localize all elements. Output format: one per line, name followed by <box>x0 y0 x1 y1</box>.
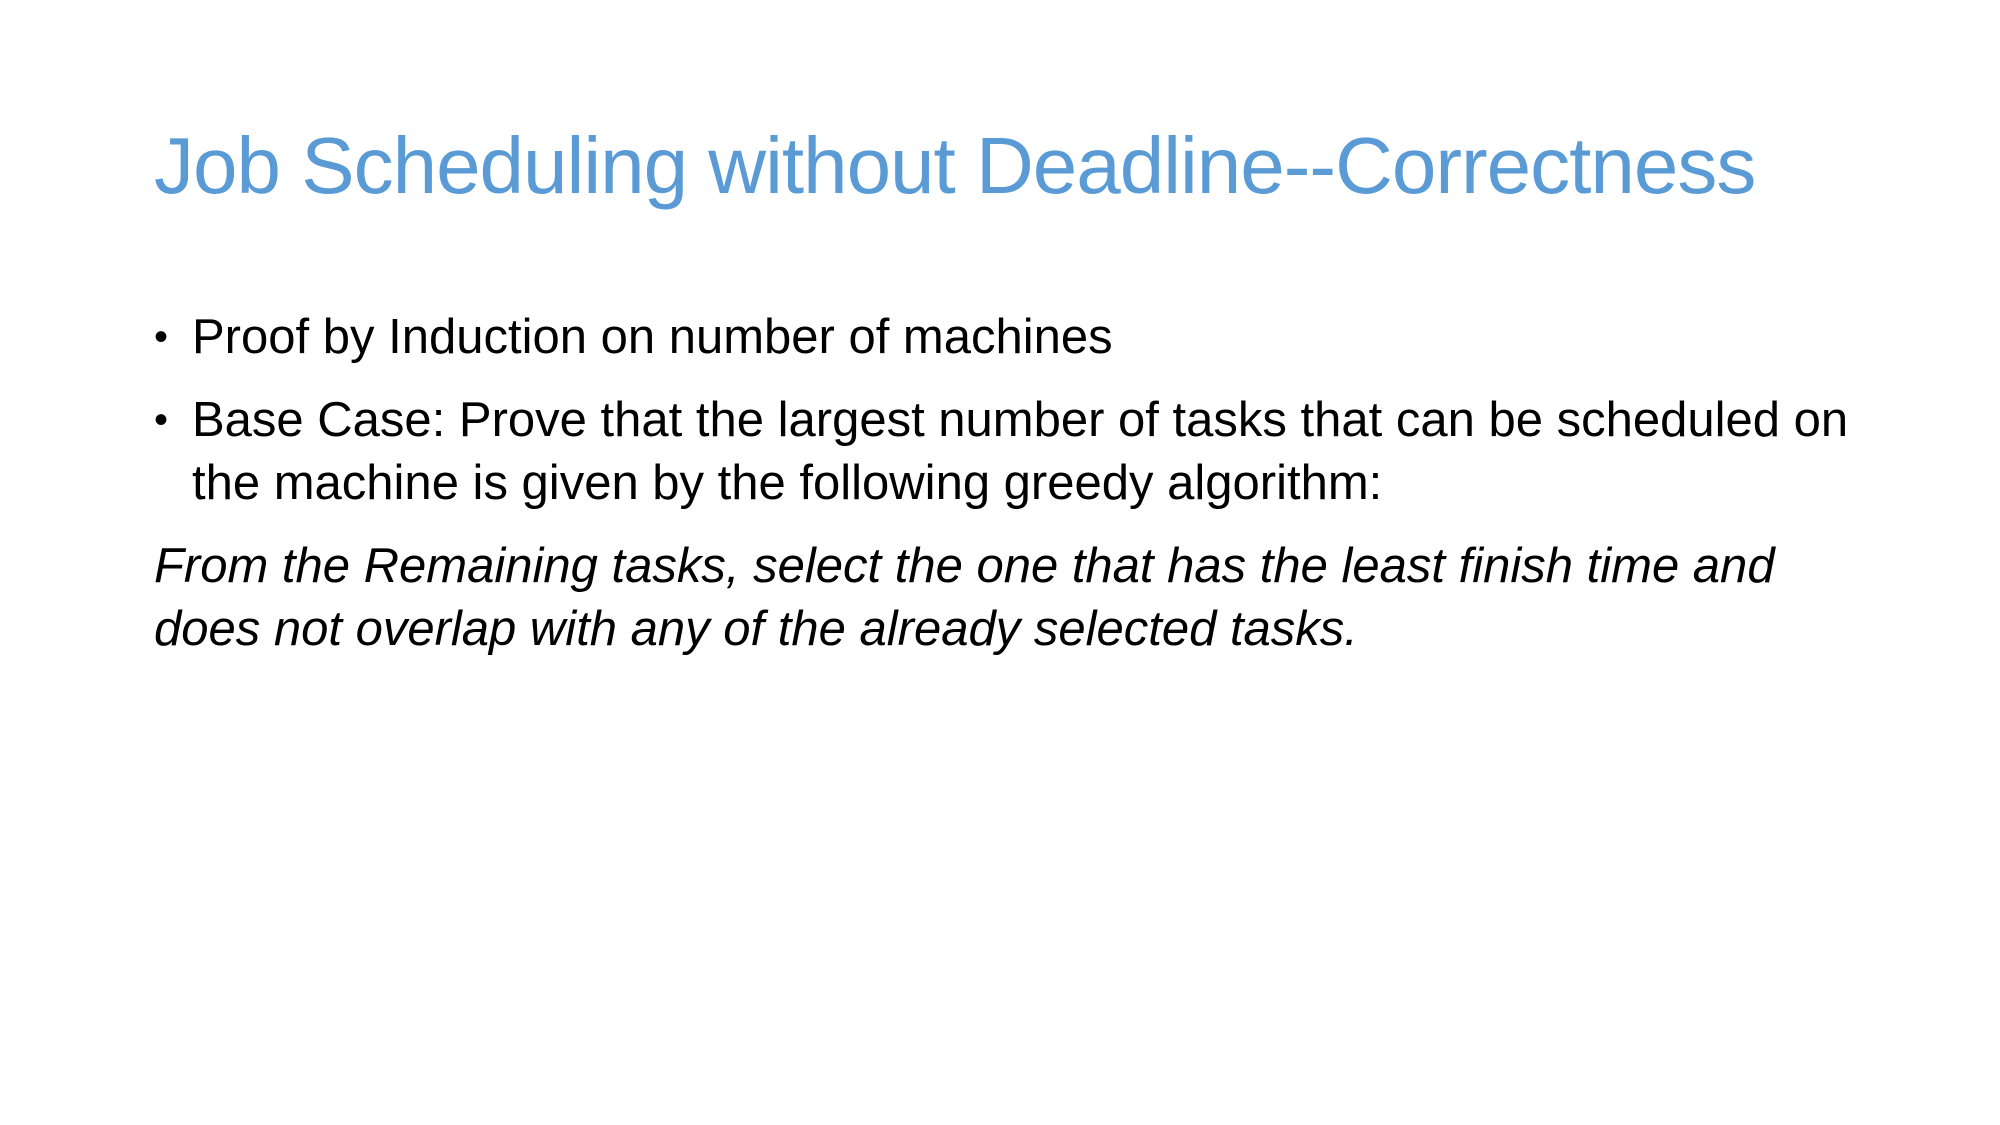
bullet-item-base-case: • Base Case: Prove that the largest numb… <box>154 389 1874 515</box>
bullet-text: Proof by Induction on number of machines <box>192 310 1113 364</box>
slide-title: Job Scheduling without Deadline--Correct… <box>154 121 1756 210</box>
bullet-item-induction: • Proof by Induction on number of machin… <box>154 306 1874 369</box>
bullet-list: • Proof by Induction on number of machin… <box>154 306 1874 515</box>
bullet-icon: • <box>154 398 169 442</box>
slide: Job Scheduling without Deadline--Correct… <box>0 0 2000 1125</box>
greedy-algorithm-statement: From the Remaining tasks, select the one… <box>154 539 1775 656</box>
slide-content: • Proof by Induction on number of machin… <box>154 306 1874 661</box>
bullet-icon: • <box>154 315 169 359</box>
bullet-text: Base Case: Prove that the largest number… <box>192 393 1849 510</box>
